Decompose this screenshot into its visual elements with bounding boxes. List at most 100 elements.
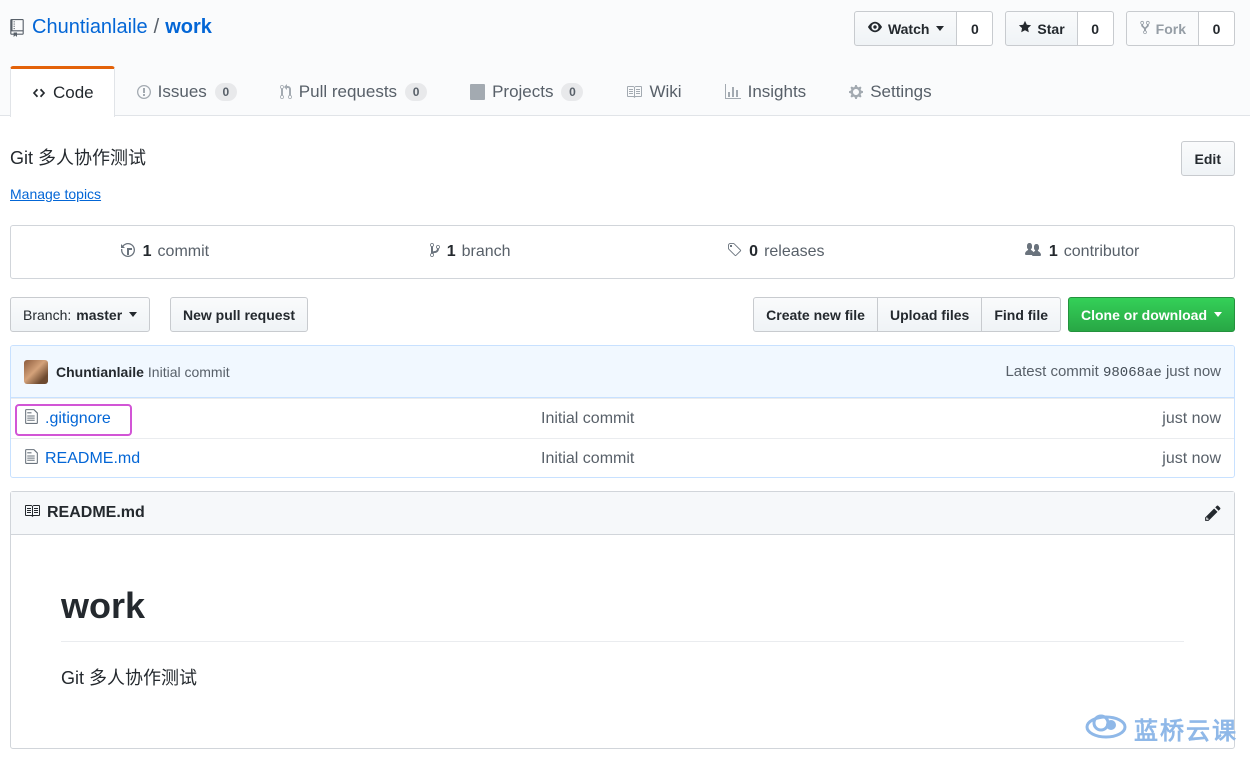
latest-commit-label: Latest commit [1005, 362, 1099, 380]
file-icon [24, 448, 39, 470]
issue-icon [136, 84, 152, 100]
file-link-readme[interactable]: README.md [24, 448, 140, 470]
star-button[interactable]: Star [1005, 11, 1078, 46]
file-commit-message[interactable]: Initial commit [541, 410, 634, 428]
file-icon [24, 408, 39, 430]
file-link-gitignore[interactable]: .gitignore [24, 408, 111, 430]
tab-code-label: Code [53, 83, 94, 102]
owner-link[interactable]: Chuntianlaile [32, 14, 148, 40]
commit-message[interactable]: Initial commit [148, 364, 230, 380]
table-row: README.md Initial commit just now [11, 438, 1234, 477]
cloud-logo-icon [1084, 711, 1128, 746]
watch-button[interactable]: Watch [853, 11, 958, 46]
watermark-text: 蓝桥云课 [1134, 718, 1238, 745]
project-icon [469, 83, 486, 100]
commit-tease: Chuntianlaile Initial commit Latest comm… [11, 346, 1234, 398]
branches-label: branch [461, 243, 511, 260]
file-name: README.md [45, 449, 141, 467]
branches-summary[interactable]: 1 branch [317, 226, 623, 278]
fork-button[interactable]: Fork [1125, 11, 1199, 46]
gear-icon [848, 84, 864, 100]
file-name: .gitignore [45, 409, 111, 427]
readme-heading: work [61, 585, 1184, 642]
file-age: just now [1162, 409, 1221, 427]
create-new-file-button[interactable]: Create new file [753, 297, 878, 332]
find-file-button[interactable]: Find file [982, 297, 1061, 332]
contributors-count: 1 [1048, 243, 1058, 260]
book-icon [23, 503, 41, 524]
tab-wiki-label: Wiki [649, 81, 682, 101]
readme-paragraph: Git 多人协作测试 [61, 668, 198, 688]
commit-sha[interactable]: 98068ae [1103, 365, 1162, 381]
repo-header: Chuntianlaile / work Watch 0 Star 0 Fork [0, 0, 1250, 117]
repo-name-link[interactable]: work [165, 14, 212, 40]
organization-icon [1023, 242, 1043, 263]
chevron-down-icon [129, 312, 138, 317]
new-pull-request-button[interactable]: New pull request [170, 297, 309, 332]
fork-icon [1139, 20, 1151, 38]
tab-issues[interactable]: Issues 0 [115, 66, 258, 116]
tab-projects[interactable]: Projects 0 [448, 66, 604, 116]
releases-summary[interactable]: 0 releases [623, 226, 929, 278]
file-actions: Create new file Upload files Find file C… [753, 297, 1235, 332]
watch-label: Watch [887, 20, 930, 37]
file-age: just now [1162, 449, 1221, 467]
readme-box: README.md work Git 多人协作测试 [10, 491, 1235, 749]
watermark: 蓝桥云课 [1084, 711, 1238, 746]
edit-description-button[interactable]: Edit [1180, 141, 1235, 176]
file-navigation: Branch: master New pull request Create n… [10, 297, 1235, 332]
pagehead-actions: Watch 0 Star 0 Fork 0 [853, 11, 1235, 46]
commits-count: 1 [142, 243, 152, 260]
fork-group: Fork 0 [1125, 11, 1235, 46]
tab-code[interactable]: Code [10, 66, 115, 117]
graph-icon [724, 83, 742, 100]
pencil-icon[interactable] [1204, 504, 1222, 522]
book-icon [625, 84, 643, 100]
contributors-label: contributor [1063, 243, 1140, 260]
tab-pull-requests-label: Pull requests [298, 81, 398, 101]
clone-download-button[interactable]: Clone or download [1068, 297, 1235, 332]
branch-name: master [76, 306, 123, 323]
star-group: Star 0 [1005, 11, 1114, 46]
file-action-group: Create new file Upload files Find file [753, 297, 1061, 332]
pull-requests-counter: 0 [405, 82, 428, 101]
tab-wiki[interactable]: Wiki [604, 66, 702, 116]
readme-body: work Git 多人协作测试 [11, 535, 1234, 690]
tab-insights[interactable]: Insights [703, 66, 828, 116]
star-label: Star [1037, 20, 1065, 37]
contributors-summary[interactable]: 1 contributor [928, 226, 1234, 278]
latest-commit: Latest commit 98068ae just now [1005, 363, 1221, 381]
commit-author[interactable]: Chuntianlaile [56, 364, 144, 380]
avatar[interactable] [24, 359, 48, 384]
tab-issues-label: Issues [157, 81, 207, 101]
releases-count: 0 [749, 243, 759, 260]
commits-label: commit [157, 243, 210, 260]
commits-summary[interactable]: 1 commit [11, 226, 317, 278]
history-icon [119, 242, 137, 263]
manage-topics-link[interactable]: Manage topics [10, 186, 101, 202]
code-icon [31, 86, 47, 100]
projects-counter: 0 [561, 82, 584, 101]
watch-count[interactable]: 0 [957, 11, 994, 46]
branches-count: 1 [446, 243, 456, 260]
tab-settings[interactable]: Settings [827, 66, 952, 116]
repo-title: Chuntianlaile / work [10, 14, 212, 40]
file-commit-message[interactable]: Initial commit [541, 450, 634, 468]
tab-settings-label: Settings [870, 81, 932, 101]
commit-age: just now [1165, 362, 1221, 380]
tab-insights-label: Insights [747, 81, 807, 101]
star-count[interactable]: 0 [1077, 11, 1114, 46]
file-list: Chuntianlaile Initial commit Latest comm… [10, 345, 1235, 478]
pull-request-icon [279, 83, 293, 100]
tab-pull-requests[interactable]: Pull requests 0 [258, 66, 448, 116]
readme-filename: README.md [47, 504, 145, 521]
clone-label: Clone or download [1081, 306, 1207, 323]
fork-count[interactable]: 0 [1199, 11, 1235, 46]
branch-prefix: Branch: [23, 306, 72, 323]
readme-header: README.md [11, 492, 1234, 535]
upload-files-button[interactable]: Upload files [877, 297, 983, 332]
watch-group: Watch 0 [853, 11, 994, 46]
chevron-down-icon [936, 26, 945, 31]
branch-select-button[interactable]: Branch: master [10, 297, 151, 332]
star-icon [1018, 20, 1032, 37]
